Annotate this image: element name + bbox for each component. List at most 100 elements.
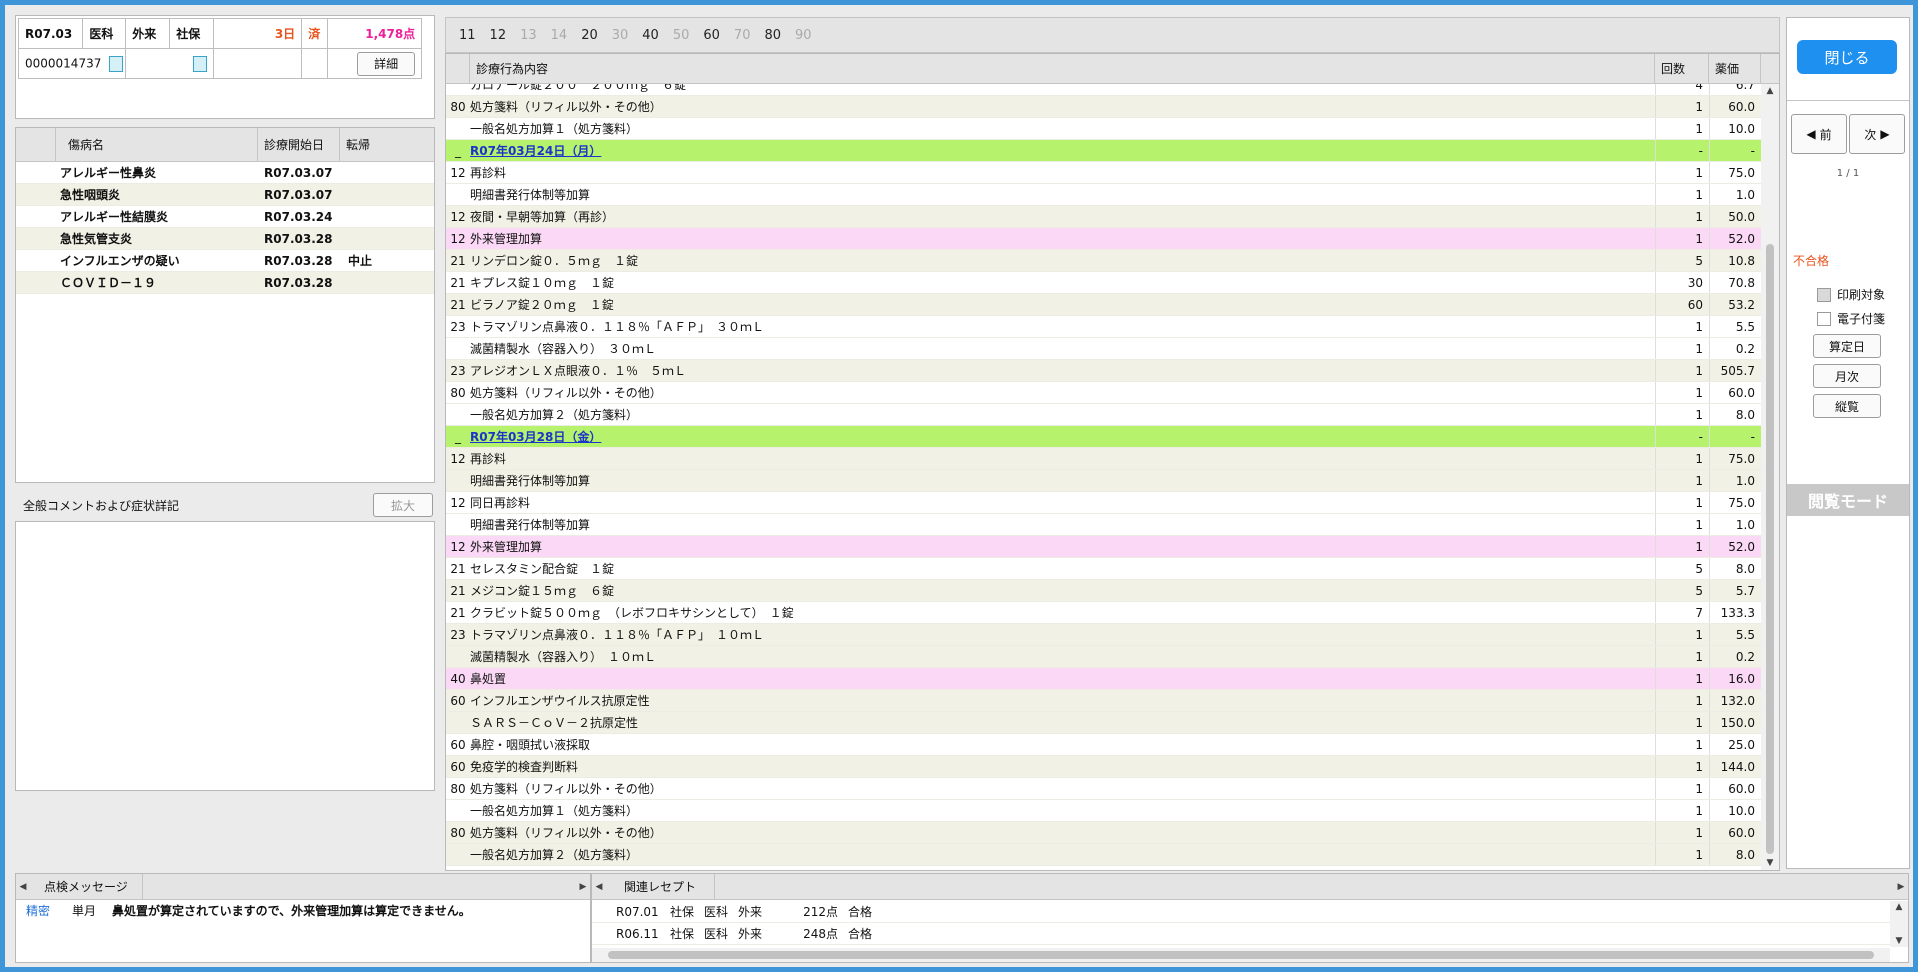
treatment-row[interactable]: 80 処方箋料（リフィル以外・その他） 1 60.0 — [446, 778, 1761, 800]
related-receipt-tab[interactable]: 関連レセプト — [606, 874, 716, 899]
treatment-row[interactable]: 40 鼻処置 1 16.0 — [446, 668, 1761, 690]
treatment-row[interactable]: 12 夜間・早朝等加算（再診） 1 50.0 — [446, 206, 1761, 228]
prev-button[interactable]: ◀ 前 — [1791, 114, 1847, 154]
expand-button[interactable]: 拡大 — [373, 493, 433, 517]
treatment-row[interactable]: 80 処方箋料（リフィル以外・その他） 1 60.0 — [446, 382, 1761, 404]
category-tab-70[interactable]: 70 — [734, 28, 751, 43]
category-tab-40[interactable]: 40 — [642, 28, 659, 43]
tab-scroll-left[interactable]: ◀ — [16, 882, 30, 892]
disease-row[interactable]: 急性気管支炎 R07.03.28 — [16, 228, 434, 250]
scroll-thumb[interactable] — [608, 951, 1874, 959]
disease-row[interactable]: アレルギー性結膜炎 R07.03.24 — [16, 206, 434, 228]
treatment-row[interactable]: 21 リンデロン錠０．５ｍｇ １錠 5 10.8 — [446, 250, 1761, 272]
category-tab-30[interactable]: 30 — [612, 28, 629, 43]
document-icon[interactable] — [109, 55, 124, 72]
vertical-scrollbar[interactable]: ▲ ▼ — [1761, 84, 1779, 870]
related-receipt-row[interactable]: R07.01 社保 医科 外来 212点 合格 — [592, 901, 1890, 923]
treatment-row[interactable]: 60 鼻腔・咽頭拭い液採取 1 25.0 — [446, 734, 1761, 756]
disease-row[interactable]: インフルエンザの疑い R07.03.28 中止 — [16, 250, 434, 272]
treatment-count: 1 — [1655, 668, 1709, 689]
check-message-list: 精密 単月 鼻処置が算定されていますので、外来管理加算は算定できません。 — [16, 900, 590, 920]
monthly-button[interactable]: 月次 — [1813, 364, 1881, 388]
category-tab-80[interactable]: 80 — [764, 28, 781, 43]
category-tab-90[interactable]: 90 — [795, 28, 812, 43]
treatment-content[interactable]: R07年03月24日（月） — [470, 142, 1655, 159]
treatment-row[interactable]: 21 キプレス錠１０ｍｇ １錠 30 70.8 — [446, 272, 1761, 294]
horizontal-scrollbar[interactable] — [592, 948, 1890, 962]
treatment-row[interactable]: 12 再診料 1 75.0 — [446, 162, 1761, 184]
treatment-row[interactable]: 一般名処方加算１（処方箋料） 1 10.0 — [446, 118, 1761, 140]
treatment-price: 10.8 — [1709, 250, 1761, 271]
treatment-price: 8.0 — [1709, 844, 1761, 865]
receipt-month: R06.11 — [616, 926, 659, 941]
treatment-row[interactable]: ＳＡＲＳ－ＣｏＶ－２抗原定性 1 150.0 — [446, 712, 1761, 734]
treatment-row[interactable]: 一般名処方加算２（処方箋料） 1 8.0 — [446, 844, 1761, 866]
check-message-row[interactable]: 精密 単月 鼻処置が算定されていますので、外来管理加算は算定できません。 — [16, 900, 590, 920]
treatment-row[interactable]: 80 処方箋料（リフィル以外・その他） 1 60.0 — [446, 96, 1761, 118]
treatment-row[interactable]: 23 トラマゾリン点鼻液０．１１８％「ＡＦＰ」 ３０ｍＬ 1 5.5 — [446, 316, 1761, 338]
document-icon[interactable] — [193, 55, 208, 72]
treatment-row[interactable]: 12 外来管理加算 1 52.0 — [446, 228, 1761, 250]
treatment-row[interactable]: 21 メジコン錠１５ｍｇ ６錠 5 5.7 — [446, 580, 1761, 602]
view-button[interactable]: 縦覧 — [1813, 394, 1881, 418]
treatment-content[interactable]: R07年03月28日（金） — [470, 428, 1655, 445]
tab-scroll-right[interactable]: ▶ — [1894, 882, 1908, 892]
treatment-count: - — [1655, 140, 1709, 161]
tab-scroll-left[interactable]: ◀ — [592, 882, 606, 892]
treatment-row[interactable]: 12 再診料 1 75.0 — [446, 448, 1761, 470]
category-tab-14[interactable]: 14 — [551, 28, 568, 43]
treatment-row[interactable]: 80 処方箋料（リフィル以外・その他） 1 60.0 — [446, 822, 1761, 844]
treatment-row[interactable]: 12 同日再診料 1 75.0 — [446, 492, 1761, 514]
treatment-row[interactable]: 一般名処方加算２（処方箋料） 1 8.0 — [446, 404, 1761, 426]
scroll-down-arrow[interactable]: ▼ — [1761, 856, 1779, 870]
treatment-row[interactable]: 滅菌精製水（容器入り） ３０ｍＬ 1 0.2 — [446, 338, 1761, 360]
disease-row[interactable]: ＣＯＶＩＤ－１９ R07.03.28 — [16, 272, 434, 294]
check-message-tab[interactable]: 点検メッセージ — [30, 874, 143, 899]
date-row[interactable]: _ R07年03月24日（月） - - — [446, 140, 1761, 162]
treatment-price: - — [1709, 426, 1761, 447]
detail-button[interactable]: 詳細 — [357, 51, 416, 76]
category-tab-20[interactable]: 20 — [581, 28, 598, 43]
treatment-row[interactable]: 滅菌精製水（容器入り） １０ｍＬ 1 0.2 — [446, 646, 1761, 668]
treatment-row[interactable]: 21 クラビット錠５００ｍｇ （レボフロキサシンとして） １錠 7 133.3 — [446, 602, 1761, 624]
category-tab-12[interactable]: 12 — [490, 28, 507, 43]
treatment-row[interactable]: 23 トラマゾリン点鼻液０．１１８％「ＡＦＰ」 １０ｍＬ 1 5.5 — [446, 624, 1761, 646]
related-receipt-row[interactable]: R06.11 社保 医科 外来 248点 合格 — [592, 923, 1890, 945]
treatment-code: 21 — [450, 583, 466, 598]
treatment-row[interactable]: カロナール錠２００ ２００ｍｇ ６錠 4 6.7 — [446, 84, 1761, 96]
treatment-row[interactable]: 明細書発行体制等加算 1 1.0 — [446, 470, 1761, 492]
category-tab-60[interactable]: 60 — [703, 28, 720, 43]
vertical-scrollbar[interactable]: ▲ ▼ — [1890, 901, 1908, 947]
treatment-price: 75.0 — [1709, 162, 1761, 183]
category-tab-50[interactable]: 50 — [673, 28, 690, 43]
e-tag-checkbox[interactable] — [1817, 311, 1831, 326]
treatment-price: 60.0 — [1709, 822, 1761, 843]
date-row[interactable]: _ R07年03月28日（金） - - — [446, 426, 1761, 448]
close-button[interactable]: 閉じる — [1797, 40, 1897, 74]
category-tab-11[interactable]: 11 — [459, 28, 476, 43]
treatment-month: R07.03 — [17, 18, 84, 49]
scroll-up-arrow[interactable]: ▲ — [1890, 901, 1908, 913]
tab-scroll-right[interactable]: ▶ — [576, 882, 590, 892]
next-button[interactable]: 次 ▶ — [1849, 114, 1905, 154]
treatment-row[interactable]: 明細書発行体制等加算 1 1.0 — [446, 514, 1761, 536]
disease-row[interactable]: 急性咽頭炎 R07.03.07 — [16, 184, 434, 206]
treatment-row[interactable]: 21 ビラノア錠２０ｍｇ １錠 60 53.2 — [446, 294, 1761, 316]
treatment-content: 同日再診料 — [470, 496, 531, 510]
treatment-row[interactable]: 60 インフルエンザウイルス抗原定性 1 132.0 — [446, 690, 1761, 712]
treatment-row[interactable]: 12 外来管理加算 1 52.0 — [446, 536, 1761, 558]
scroll-up-arrow[interactable]: ▲ — [1761, 84, 1779, 98]
treatment-row[interactable]: 一般名処方加算１（処方箋料） 1 10.0 — [446, 800, 1761, 822]
treatment-code: _ — [455, 143, 461, 158]
comment-textarea[interactable] — [15, 521, 435, 791]
disease-row[interactable]: アレルギー性鼻炎 R07.03.07 — [16, 162, 434, 184]
category-tab-13[interactable]: 13 — [520, 28, 537, 43]
treatment-row[interactable]: 21 セレスタミン配合錠 １錠 5 8.0 — [446, 558, 1761, 580]
scroll-down-arrow[interactable]: ▼ — [1890, 935, 1908, 947]
print-target-checkbox[interactable] — [1817, 287, 1831, 302]
treatment-row[interactable]: 23 アレジオンＬＸ点眼液０．１％ ５ｍＬ 1 505.7 — [446, 360, 1761, 382]
treatment-row[interactable]: 60 免疫学的検査判断料 1 144.0 — [446, 756, 1761, 778]
treatment-row[interactable]: 明細書発行体制等加算 1 1.0 — [446, 184, 1761, 206]
scroll-thumb[interactable] — [1766, 244, 1774, 854]
calc-day-button[interactable]: 算定日 — [1813, 334, 1881, 358]
